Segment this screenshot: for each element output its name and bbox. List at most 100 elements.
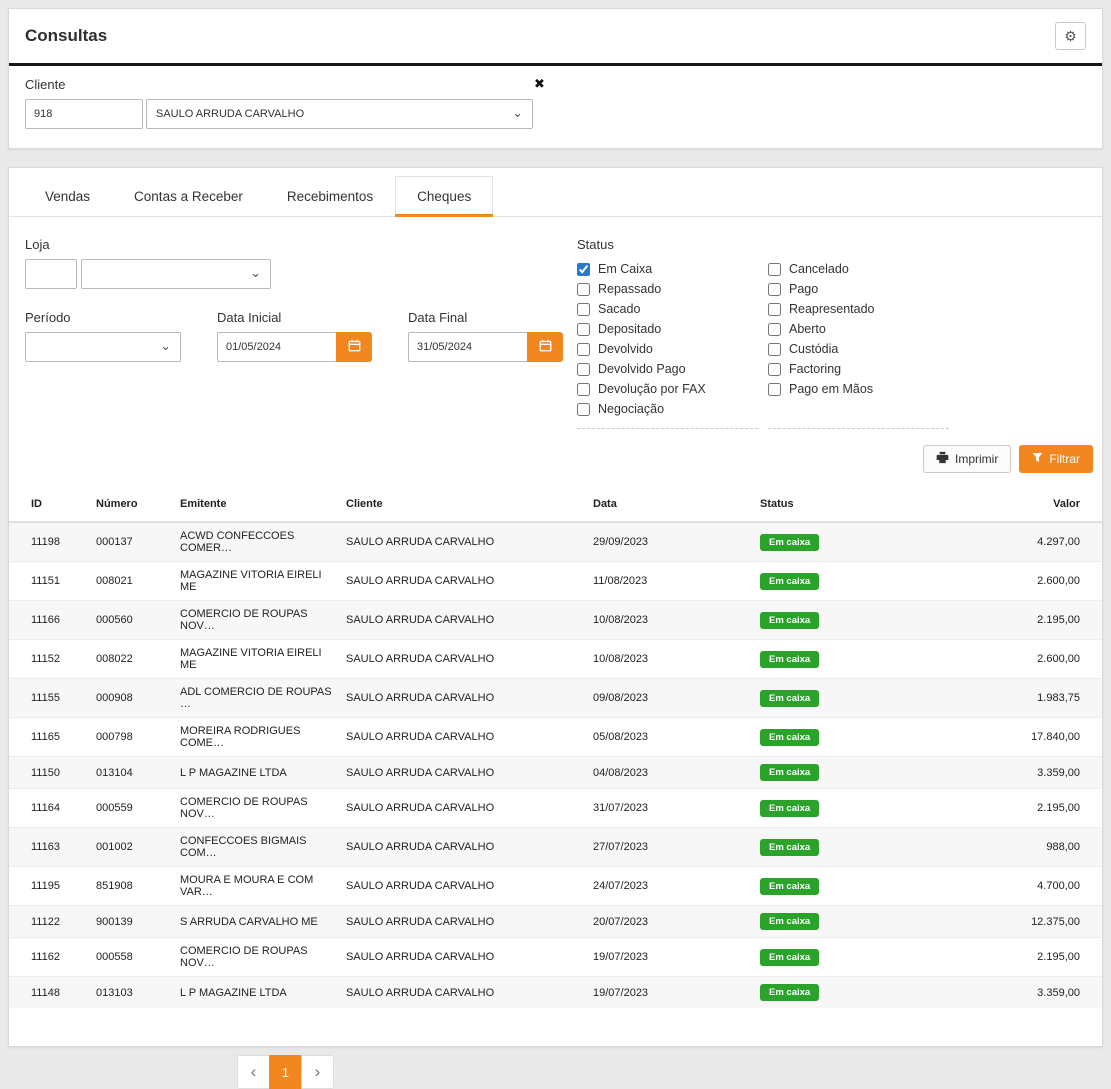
- checkbox-factoring[interactable]: [768, 363, 781, 376]
- status-checkbox-sacado[interactable]: Sacado: [577, 299, 758, 319]
- checkbox-pago-em-maos[interactable]: [768, 383, 781, 396]
- cell-status: Em caixa: [756, 640, 906, 679]
- cell-id: 11148: [9, 977, 92, 1009]
- status-checkbox-negociacao[interactable]: Negociação: [577, 399, 758, 419]
- table-row[interactable]: 11164000559COMERCIO DE ROUPAS NOV…SAULO …: [9, 789, 1102, 828]
- periodo-select[interactable]: ⌄: [25, 332, 181, 362]
- status-checkbox-custodia[interactable]: Custódia: [768, 339, 949, 359]
- cell-data: 19/07/2023: [589, 977, 756, 1009]
- table-row[interactable]: 11198000137ACWD CONFECCOES COMER…SAULO A…: [9, 522, 1102, 562]
- status-checkbox-label: Custódia: [789, 342, 838, 356]
- table-row[interactable]: 11166000560COMERCIO DE ROUPAS NOV…SAULO …: [9, 601, 1102, 640]
- checkbox-cancelado[interactable]: [768, 263, 781, 276]
- status-checkbox-depositado[interactable]: Depositado: [577, 319, 758, 339]
- status-checkbox-factoring[interactable]: Factoring: [768, 359, 949, 379]
- clear-client-icon[interactable]: ✖: [534, 76, 545, 92]
- checkbox-repassado[interactable]: [577, 283, 590, 296]
- client-select[interactable]: SAULO ARRUDA CARVALHO ⌄: [146, 99, 533, 129]
- chevron-down-icon: ⌄: [512, 106, 523, 119]
- loja-select[interactable]: ⌄: [81, 259, 271, 289]
- cell-status: Em caixa: [756, 938, 906, 977]
- cell-status: Em caixa: [756, 906, 906, 938]
- table-row[interactable]: 11122900139S ARRUDA CARVALHO MESAULO ARR…: [9, 906, 1102, 938]
- client-code-input[interactable]: [25, 99, 143, 129]
- cell-data: 24/07/2023: [589, 867, 756, 906]
- cell-emitente: MOURA E MOURA E COM VAR…: [176, 867, 342, 906]
- checkbox-devolvido-pago[interactable]: [577, 363, 590, 376]
- periodo-group: Período ⌄: [25, 310, 181, 362]
- table-row[interactable]: 11152008022MAGAZINE VITORIA EIRELI MESAU…: [9, 640, 1102, 679]
- status-checkbox-aberto[interactable]: Aberto: [768, 319, 949, 339]
- cell-numero: 000558: [92, 938, 176, 977]
- table-row[interactable]: 11163001002CONFECCOES BIGMAIS COM…SAULO …: [9, 828, 1102, 867]
- table-row[interactable]: 11151008021MAGAZINE VITORIA EIRELI MESAU…: [9, 562, 1102, 601]
- cell-numero: 000559: [92, 789, 176, 828]
- status-checkbox-label: Pago: [789, 282, 818, 296]
- cell-id: 11163: [9, 828, 92, 867]
- status-checkbox-devolvido[interactable]: Devolvido: [577, 339, 758, 359]
- cell-emitente: ACWD CONFECCOES COMER…: [176, 522, 342, 562]
- tab-contas-a-receber[interactable]: Contas a Receber: [112, 176, 265, 217]
- checkbox-devolvido[interactable]: [577, 343, 590, 356]
- table-row[interactable]: 11162000558COMERCIO DE ROUPAS NOV…SAULO …: [9, 938, 1102, 977]
- cell-emitente: L P MAGAZINE LTDA: [176, 977, 342, 1009]
- tab-recebimentos[interactable]: Recebimentos: [265, 176, 395, 217]
- status-checkbox-label: Devolvido Pago: [598, 362, 686, 376]
- status-checkbox-devolvido-pago[interactable]: Devolvido Pago: [577, 359, 758, 379]
- tab-cheques[interactable]: Cheques: [395, 176, 493, 217]
- settings-button[interactable]: ⚙: [1055, 22, 1086, 50]
- table-row[interactable]: 11148013103L P MAGAZINE LTDASAULO ARRUDA…: [9, 977, 1102, 1009]
- cell-data: 27/07/2023: [589, 828, 756, 867]
- data-inicial-group: Data Inicial: [217, 310, 372, 362]
- table-row[interactable]: 11165000798MOREIRA RODRIGUES COME…SAULO …: [9, 718, 1102, 757]
- status-badge: Em caixa: [760, 800, 819, 817]
- data-inicial-calendar-button[interactable]: [336, 332, 372, 362]
- checkbox-depositado[interactable]: [577, 323, 590, 336]
- pagination: ‹ 1 ›: [237, 1055, 1111, 1089]
- tabs: VendasContas a ReceberRecebimentosCheque…: [9, 168, 1102, 217]
- cell-valor: 2.600,00: [906, 640, 1102, 679]
- cell-valor: 2.600,00: [906, 562, 1102, 601]
- status-label: Status: [577, 237, 949, 252]
- data-inicial-input[interactable]: [217, 332, 336, 362]
- next-page-button[interactable]: ›: [301, 1055, 334, 1089]
- table-row[interactable]: 11150013104L P MAGAZINE LTDASAULO ARRUDA…: [9, 757, 1102, 789]
- status-badge: Em caixa: [760, 839, 819, 856]
- cell-status: Em caixa: [756, 522, 906, 562]
- cell-valor: 4.297,00: [906, 522, 1102, 562]
- imprimir-button[interactable]: Imprimir: [923, 445, 1011, 473]
- page-1-button[interactable]: 1: [269, 1055, 302, 1089]
- status-checkbox-reapresentado[interactable]: Reapresentado: [768, 299, 949, 319]
- status-checkbox-em-caixa[interactable]: Em Caixa: [577, 259, 758, 279]
- checkbox-devolucao-por-fax[interactable]: [577, 383, 590, 396]
- status-checkbox-devolucao-por-fax[interactable]: Devolução por FAX: [577, 379, 758, 399]
- cell-numero: 013103: [92, 977, 176, 1009]
- prev-page-button[interactable]: ‹: [237, 1055, 270, 1089]
- table-row[interactable]: 11195851908MOURA E MOURA E COM VAR…SAULO…: [9, 867, 1102, 906]
- status-checkbox-pago-em-maos[interactable]: Pago em Mãos: [768, 379, 949, 399]
- checkbox-aberto[interactable]: [768, 323, 781, 336]
- checkbox-custodia[interactable]: [768, 343, 781, 356]
- status-checkbox-pago[interactable]: Pago: [768, 279, 949, 299]
- tab-vendas[interactable]: Vendas: [23, 176, 112, 217]
- checkbox-pago[interactable]: [768, 283, 781, 296]
- status-checkbox-label: Devolvido: [598, 342, 653, 356]
- cell-cliente: SAULO ARRUDA CARVALHO: [342, 757, 589, 789]
- data-final-calendar-button[interactable]: [527, 332, 563, 362]
- filtrar-button[interactable]: Filtrar: [1019, 445, 1093, 473]
- status-checkbox-label: Em Caixa: [598, 262, 652, 276]
- checkbox-negociacao[interactable]: [577, 403, 590, 416]
- cell-numero: 001002: [92, 828, 176, 867]
- calendar-icon: [539, 339, 552, 355]
- data-final-input[interactable]: [408, 332, 527, 362]
- checkbox-reapresentado[interactable]: [768, 303, 781, 316]
- status-checkbox-cancelado[interactable]: Cancelado: [768, 259, 949, 279]
- checkbox-sacado[interactable]: [577, 303, 590, 316]
- table-row[interactable]: 11155000908ADL COMERCIO DE ROUPAS …SAULO…: [9, 679, 1102, 718]
- status-block: Status Em Caixa RepassadoSacadoDepositado…: [577, 237, 949, 429]
- checkbox-em-caixa[interactable]: [577, 263, 590, 276]
- status-checkbox-repassado[interactable]: Repassado: [577, 279, 758, 299]
- cell-emitente: CONFECCOES BIGMAIS COM…: [176, 828, 342, 867]
- cell-status: Em caixa: [756, 757, 906, 789]
- loja-code-input[interactable]: [25, 259, 77, 289]
